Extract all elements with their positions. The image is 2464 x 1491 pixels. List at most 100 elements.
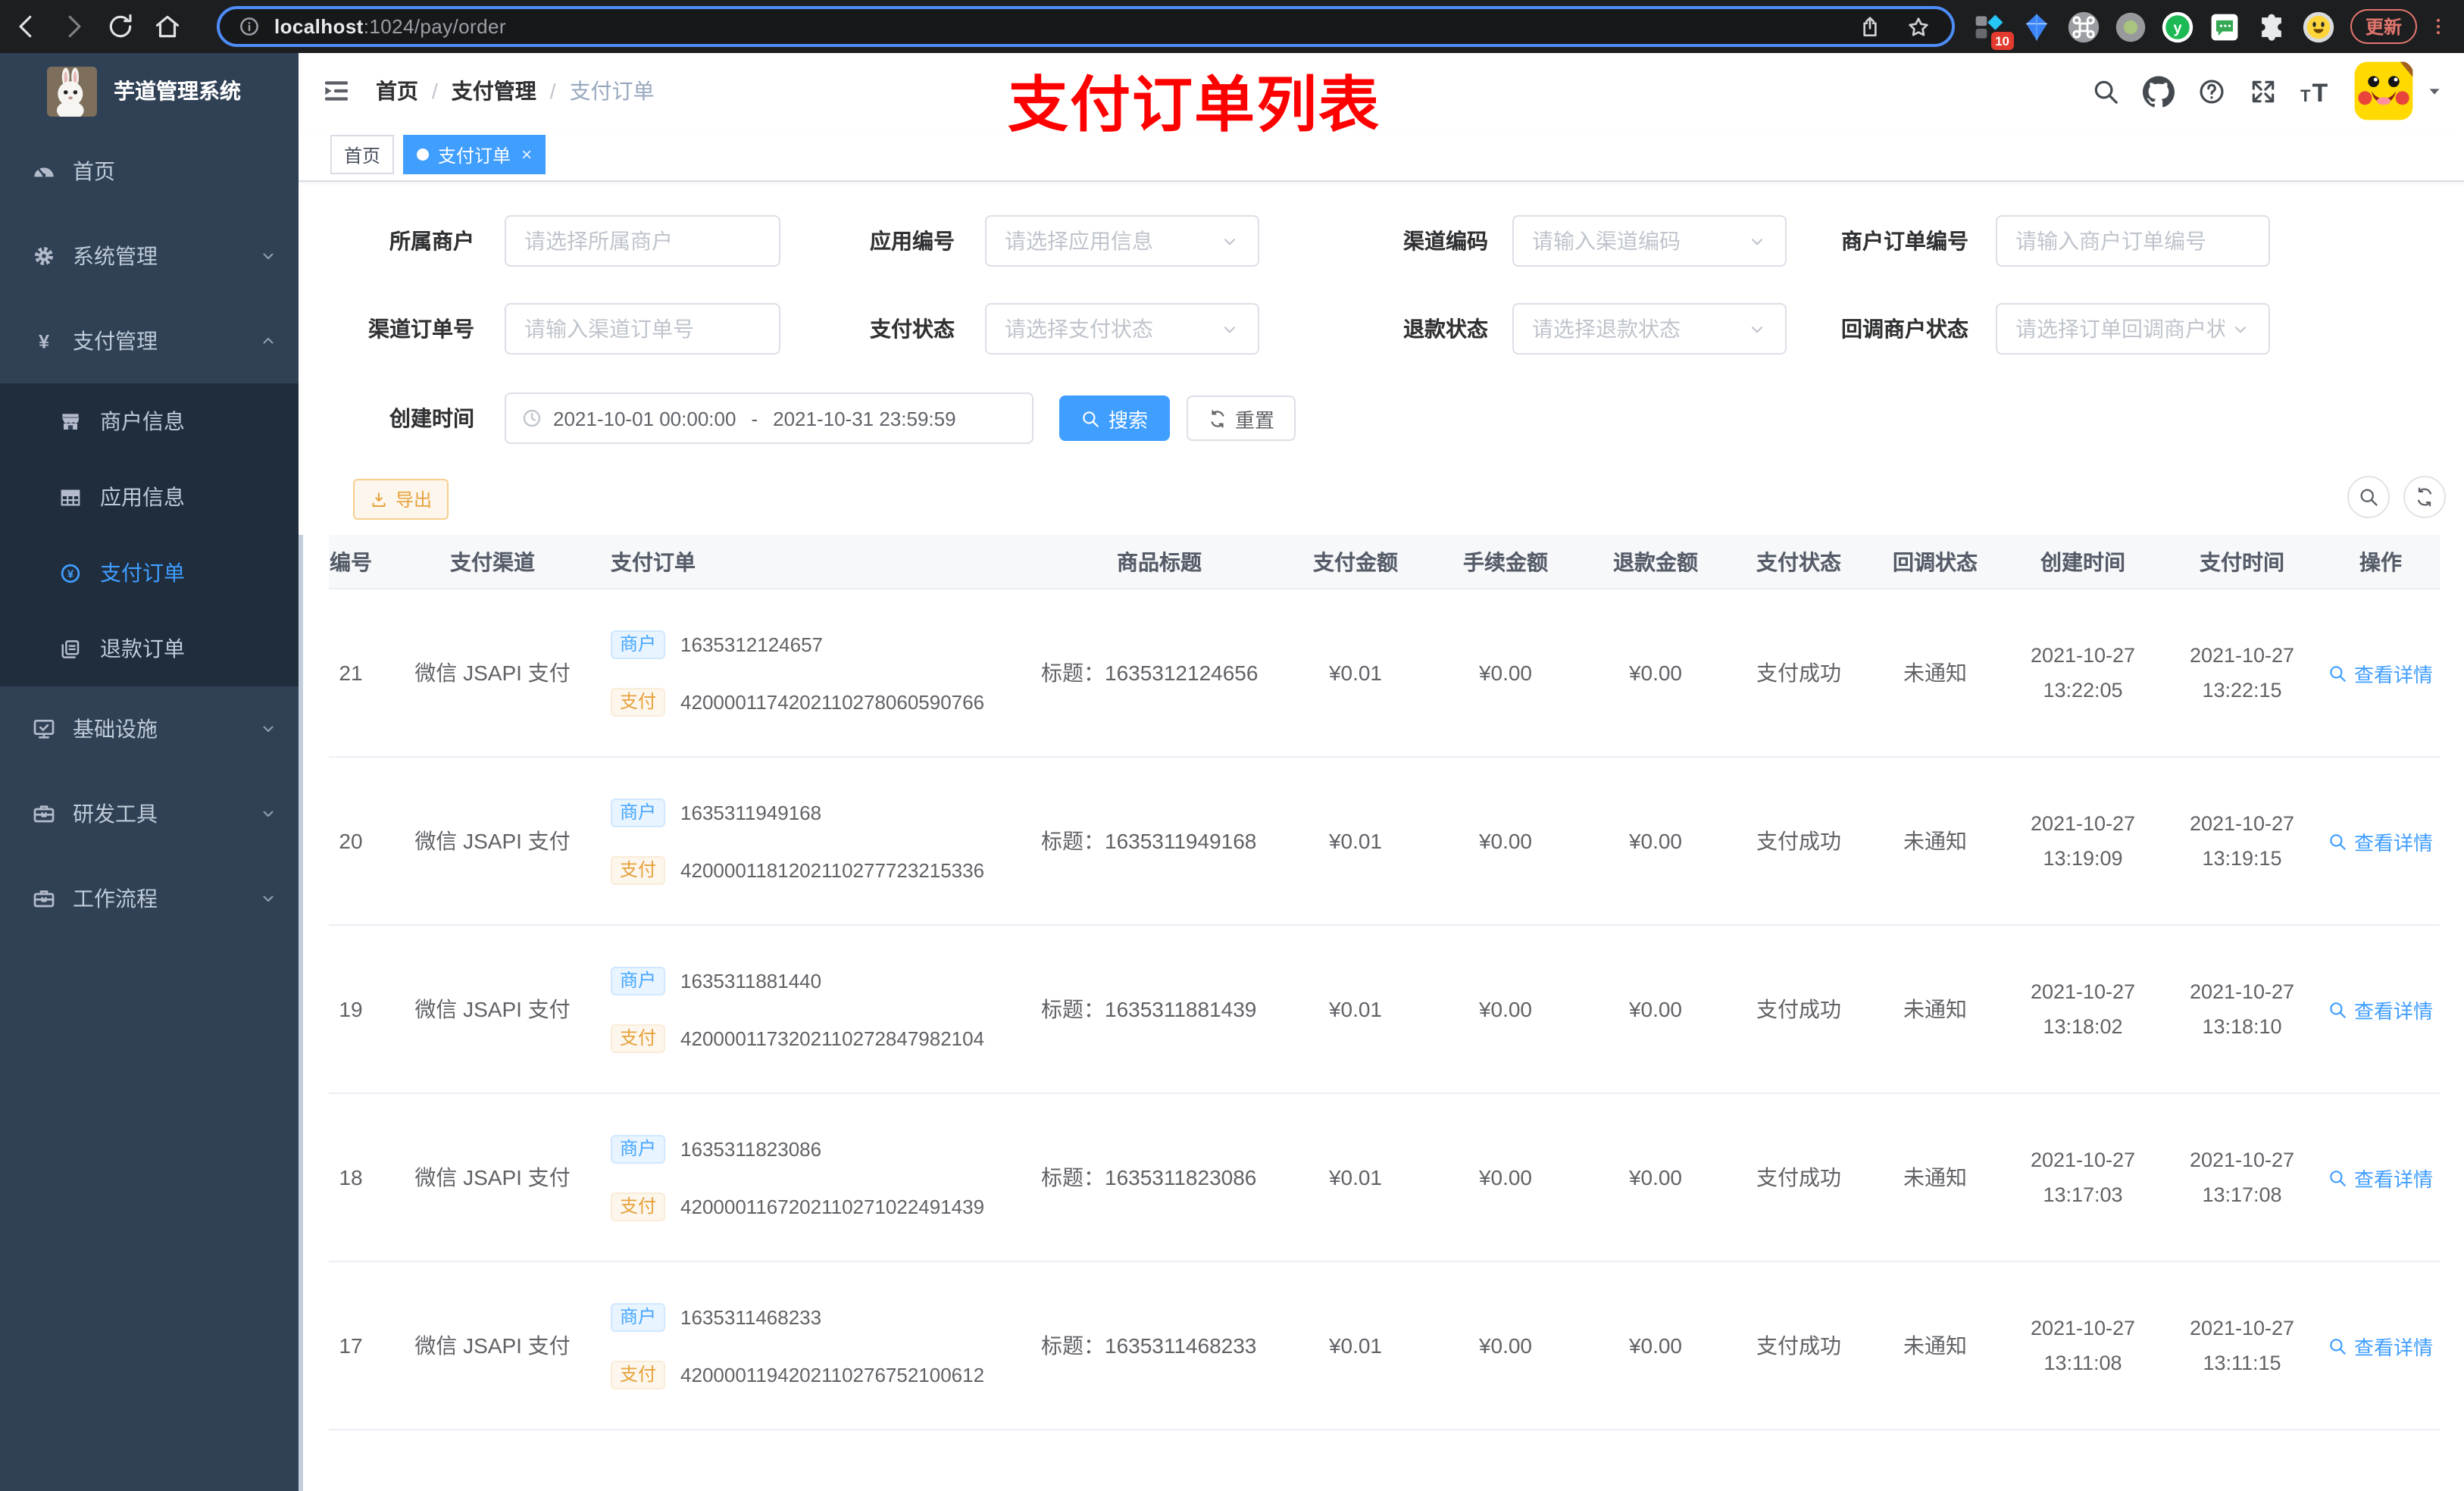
tab-label: 支付订单: [438, 145, 511, 166]
cell-pay-order: 商户 1635312124657 支付 42000011742021102780605…: [606, 589, 1038, 756]
sidebar-item-label: 研发工具: [73, 802, 158, 826]
view-details-link[interactable]: 查看详情: [2328, 1331, 2433, 1360]
order-id: 19: [339, 997, 363, 1021]
sidebar-item-支付管理[interactable]: ¥ 支付管理: [0, 299, 299, 383]
record-extension-button[interactable]: [2114, 10, 2147, 43]
cell-pay-order: 商户163531145726: [606, 1430, 1038, 1491]
sidebar-item-工作流程[interactable]: 工作流程: [0, 856, 299, 941]
view-details-link[interactable]: 查看详情: [2328, 658, 2433, 687]
browser-menu-icon[interactable]: [2428, 11, 2449, 42]
command-extension-icon: [2067, 10, 2100, 43]
table-header-cell: 回调状态: [1867, 535, 2003, 588]
cell-channel: 微信 JSAPI 支付: [414, 1333, 571, 1358]
search-button[interactable]: 搜索: [1059, 395, 1170, 441]
date-value: 2021-10-27: [2189, 980, 2295, 1003]
chat-extension-button[interactable]: [2208, 10, 2241, 43]
hamburger-icon[interactable]: [321, 76, 352, 106]
view-details-link[interactable]: 查看详情: [2328, 827, 2433, 855]
github-icon[interactable]: [2143, 75, 2175, 107]
order-no-line: 商户 1635311468233: [611, 1302, 821, 1331]
font-size-icon[interactable]: TT: [2300, 77, 2329, 105]
caret-down-icon[interactable]: [2426, 83, 2443, 99]
sidebar-item-支付订单[interactable]: ¥ 支付订单: [0, 535, 299, 611]
table-header-cell: 支付时间: [2162, 535, 2322, 588]
date-value: 2021-10-27: [2189, 1317, 2295, 1339]
table-header-label: 退款金额: [1613, 549, 1698, 574]
cell-fee-amount: ¥0.00: [1478, 1333, 1533, 1358]
reset-button[interactable]: 重置: [1187, 395, 1296, 441]
browser-nav-buttons: [12, 0, 182, 53]
help-icon[interactable]: [2197, 77, 2226, 105]
view-details-label: 查看详情: [2353, 831, 2433, 854]
home-icon[interactable]: [153, 12, 182, 41]
sidebar-scrollbar[interactable]: [299, 535, 303, 1491]
breadcrumb-item[interactable]: 首页: [376, 76, 418, 106]
order-no-line: 支付 4200001167202110271022491439: [611, 1192, 984, 1221]
cell-pay-amount: ¥0.01: [1328, 829, 1383, 853]
cell-create-time: [2003, 1430, 2162, 1491]
sidebar-item-基础设施[interactable]: 基础设施: [0, 686, 299, 771]
sidebar-item-label: 支付管理: [73, 329, 158, 353]
refund-icon: [59, 637, 82, 660]
cell-channel: [379, 1430, 606, 1491]
filter-input-商户订单编号[interactable]: [1996, 215, 2270, 267]
fullscreen-icon[interactable]: [2249, 77, 2278, 105]
bookmark-star-icon[interactable]: [1906, 14, 1931, 39]
close-tab-icon[interactable]: ×: [521, 144, 532, 165]
sidebar-item-商户信息[interactable]: 商户信息: [0, 383, 299, 459]
breadcrumb-item[interactable]: 支付管理: [452, 76, 536, 106]
active-tab-dot: [417, 148, 430, 161]
sidebar-item-label: 支付订单: [100, 561, 185, 585]
time-value: 13:11:15: [2203, 1352, 2281, 1374]
gem-extension-button[interactable]: [2020, 10, 2053, 43]
chat-extension-icon: [2208, 10, 2241, 43]
pikachu-avatar[interactable]: [2353, 61, 2414, 121]
search-icon[interactable]: [2091, 77, 2120, 105]
forward-icon[interactable]: [59, 12, 88, 41]
sidebar-item-系统管理[interactable]: 系统管理: [0, 214, 299, 299]
date-range-picker[interactable]: 2021-10-01 00:00:00 - 2021-10-31 23:59:5…: [505, 392, 1033, 444]
sidebar-item-退款订单[interactable]: 退款订单: [0, 611, 299, 686]
pay-tag-badge: 支付: [611, 855, 666, 884]
sidebar-submenu: 商户信息应用信息 ¥ 支付订单 退款订单: [0, 383, 299, 686]
cell-pay-status: [1731, 1430, 1867, 1491]
emoji-extension-button[interactable]: [2302, 10, 2335, 43]
sidebar-item-研发工具[interactable]: 研发工具: [0, 771, 299, 856]
table-row: 17 微信 JSAPI 支付 商户 1635311468233 支付 4200001194…: [329, 1262, 2440, 1430]
view-details-link[interactable]: 查看详情: [2328, 1163, 2433, 1192]
sidebar-item-首页[interactable]: 首页: [0, 129, 299, 214]
cell-pay-time: 2021-10-27 13:19:15: [2162, 758, 2322, 924]
y-circle-extension-button[interactable]: y: [2161, 10, 2194, 43]
browser-update-button[interactable]: 更新: [2350, 9, 2418, 44]
select-placeholder: 请选择订单回调商户状态: [2015, 317, 2225, 341]
tab-label: 首页: [344, 145, 381, 166]
breadcrumb-separator: /: [549, 79, 556, 103]
cell-actions: 查看详情: [2322, 589, 2440, 756]
export-button[interactable]: 导出: [353, 479, 449, 520]
view-details-link[interactable]: 查看详情: [2328, 995, 2433, 1024]
share-icon[interactable]: [1858, 14, 1882, 39]
table-header-label: 商品标题: [1117, 549, 1202, 574]
cell-fee-amount: ¥0.00: [1478, 997, 1533, 1021]
time-value: 13:22:05: [2043, 679, 2123, 702]
refresh-table-button[interactable]: [2403, 476, 2446, 518]
sidebar-item-label: 应用信息: [100, 485, 185, 509]
pin-extension-button[interactable]: 10: [1973, 10, 2014, 49]
puzzle-extension-button[interactable]: [2255, 10, 2288, 43]
back-icon[interactable]: [12, 12, 41, 41]
sidebar-item-应用信息[interactable]: 应用信息: [0, 459, 299, 535]
show-search-toggle-button[interactable]: [2347, 476, 2390, 518]
app-logo[interactable]: 芋道管理系统: [0, 62, 299, 120]
tab-支付订单[interactable]: 支付订单 ×: [403, 135, 546, 174]
address-bar[interactable]: localhost:1024/pay/order: [217, 6, 1955, 47]
svg-text:y: y: [2173, 19, 2182, 36]
reload-icon[interactable]: [106, 12, 135, 41]
table-header-label: 编号: [330, 549, 372, 574]
filter-select-回调商户状态[interactable]: 请选择订单回调商户状态: [1996, 303, 2270, 355]
time-value: 13:11:08: [2043, 1352, 2122, 1374]
command-extension-button[interactable]: [2067, 10, 2100, 43]
table-header-cell: 手续金额: [1431, 535, 1581, 588]
tab-首页[interactable]: 首页: [330, 135, 395, 174]
site-info-icon[interactable]: [238, 15, 261, 38]
cell-create-time: 2021-10-27 13:18:02: [2003, 926, 2162, 1092]
